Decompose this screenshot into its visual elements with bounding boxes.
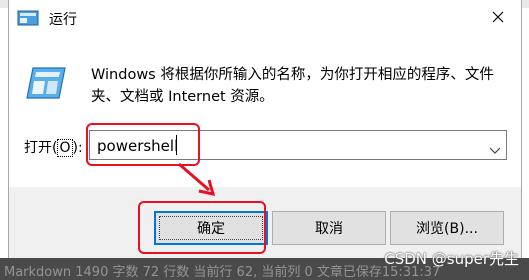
dialog-description: Windows 将根据你所输入的名称，为你打开相应的程序、文件夹、文档或 Int… — [91, 67, 494, 105]
watermark: CSDN @super先生 — [384, 250, 519, 268]
open-label: 打开(O): — [24, 139, 83, 157]
run-app-icon — [17, 9, 41, 27]
close-button[interactable] — [485, 4, 511, 30]
run-program-icon — [23, 64, 69, 104]
title-bar: 运行 — [9, 0, 521, 34]
red-arrow-icon — [175, 160, 225, 202]
status-bar-text: Markdown 1490 字数 72 行数 当前行 62, 当前列 0 文章已… — [4, 265, 441, 280]
close-icon — [492, 11, 504, 23]
ok-highlight-box — [138, 201, 266, 254]
chevron-down-icon[interactable] — [489, 140, 501, 154]
cancel-button[interactable]: 取消 — [272, 211, 386, 245]
browse-button[interactable]: 浏览(B)... — [390, 211, 504, 245]
window-title: 运行 — [49, 12, 77, 28]
